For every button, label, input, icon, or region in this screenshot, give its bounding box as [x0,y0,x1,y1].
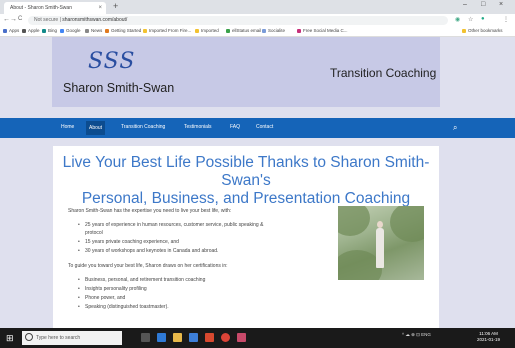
other-bookmarks[interactable]: Other bookmarks [462,28,503,33]
list-item: Speaking (distinguished toastmaster). [78,304,169,310]
url-input[interactable]: Not secure | sharonsmithswan.com/about/ [28,16,448,25]
reload-icon[interactable]: C [18,16,22,22]
security-indicator[interactable]: Not secure | [34,17,61,23]
menu-icon[interactable]: ⋮ [503,16,509,23]
nav-contact[interactable]: Contact [256,124,273,130]
web-page: SSS Sharon Smith-Swan Transition Coachin… [0,37,515,328]
bookmark-icon [226,28,230,33]
site-tagline: Transition Coaching [330,66,437,80]
bookmark-item[interactable]: ellStatus email [226,28,261,33]
list-item: Business, personal, and retirement trans… [78,277,205,283]
system-tray[interactable]: ^ ☁ ⊕ ⊡ ENG [402,332,431,338]
main-content: Live Your Best Life Possible Thanks to S… [53,146,439,328]
bookmark-item[interactable]: Socialite [262,28,285,33]
chrome-icon[interactable] [221,333,230,342]
edge-icon[interactable] [157,333,166,342]
bookmark-label: ellStatus email [232,28,262,33]
minimize-button[interactable]: – [463,1,467,8]
new-tab-button[interactable]: + [113,1,118,11]
intro-text: Sharon Smith-Swan has the expertise you … [68,208,232,214]
url-text: sharonsmithswan.com/about/ [62,17,128,23]
nav-about[interactable]: About [86,121,106,135]
site-header: SSS Sharon Smith-Swan Transition Coachin… [52,37,440,107]
address-bar-row: ← → C Not secure | sharonsmithswan.com/a… [0,14,515,27]
star-icon[interactable]: ☆ [468,16,473,23]
bookmarks-bar: Apps Apple Bing Google News Getting Started Im… [0,27,515,37]
site-logo[interactable]: SSS [88,49,135,74]
bookmark-item[interactable]: Imported From Fire... [143,28,191,33]
bookmark-label: Apple [28,28,40,33]
tab-title: About - Sharon Smith-Swan [10,5,72,11]
folder-icon [462,28,466,33]
tab-close-icon[interactable]: × [98,2,102,14]
taskbar-search-input[interactable]: Type here to search [22,331,122,345]
bookmark-item[interactable]: Free Social Media C... [297,28,348,33]
list-item: Insights personality profiling [78,286,147,292]
bookmark-item[interactable]: Getting Started [105,28,141,33]
close-window-button[interactable]: × [499,1,503,8]
store-icon[interactable] [189,333,198,342]
bookmark-icon [42,28,46,33]
windows-start-icon[interactable]: ⊞ [6,334,15,343]
back-icon[interactable]: ← [3,16,10,23]
site-name[interactable]: Sharon Smith-Swan [63,81,174,95]
list-item: Phone power, and [78,295,125,301]
bookmark-label: Imported [201,28,219,33]
bookmark-label: News [91,28,103,33]
nav-faq[interactable]: FAQ [230,124,240,130]
bookmark-label: Free Social Media C... [303,28,348,33]
extension-icon[interactable]: ◉ [455,16,460,23]
foliage [338,206,370,236]
bookmark-icon [85,28,89,33]
list-item: 30 years of workshops and keynotes in Ca… [78,248,218,254]
bookmark-label: Getting Started [111,28,142,33]
person-figure [376,228,384,268]
bookmark-item[interactable]: News [85,28,102,33]
person-head [377,221,383,228]
browser-tab[interactable]: About - Sharon Smith-Swan × [4,2,106,14]
bookmark-label: Bing [48,28,58,33]
foliage [390,206,424,242]
forward-icon[interactable]: → [10,16,17,23]
file-explorer-icon[interactable] [173,333,182,342]
guide-text: To guide you toward your best life, Shar… [68,263,228,269]
office-icon[interactable] [205,333,214,342]
bookmark-icon [262,28,266,33]
app-icon[interactable] [237,333,246,342]
bookmark-item[interactable]: Apple [22,28,40,33]
bookmark-icon [297,28,301,33]
account-icon[interactable]: ● [481,16,485,22]
bookmark-icon [3,28,7,33]
bookmark-item[interactable]: Apps [3,28,19,33]
bookmark-item[interactable]: Google [60,28,81,33]
nav-transition-coaching[interactable]: Transition Coaching [121,124,165,130]
list-item-continued: protocol [85,230,103,236]
bookmark-icon [22,28,26,33]
bookmark-icon [195,28,199,33]
search-icon[interactable]: ⌕ [453,123,457,133]
bookmark-item[interactable]: Imported [195,28,219,33]
site-nav: Home About Transition Coaching Testimoni… [0,118,515,138]
bookmark-icon [105,28,109,33]
nav-testimonials[interactable]: Testimonials [184,124,212,130]
tab-strip: About - Sharon Smith-Swan × + – □ × [0,0,515,14]
profile-photo [338,206,424,280]
taskbar-clock[interactable]: 11:06 AM 2021-01-19 [477,331,500,343]
list-item: 25 years of experience in human resource… [78,222,263,228]
list-item: 15 years private coaching experience, an… [78,239,179,245]
bookmark-icon [143,28,147,33]
taskbar: ⊞ Type here to search ^ ☁ ⊕ ⊡ ENG 11:06 … [0,328,515,348]
nav-home[interactable]: Home [61,124,74,130]
bookmark-item[interactable]: Bing [42,28,57,33]
search-icon [25,333,33,341]
maximize-button[interactable]: □ [481,1,485,8]
bookmark-label: Imported From Fire... [149,28,192,33]
page-heading: Live Your Best Life Possible Thanks to S… [62,154,430,207]
task-view-icon[interactable] [141,333,150,342]
bookmark-label: Socialite [268,28,286,33]
bookmark-icon [60,28,64,33]
bookmark-label: Apps [9,28,20,33]
bookmark-label: Google [66,28,81,33]
